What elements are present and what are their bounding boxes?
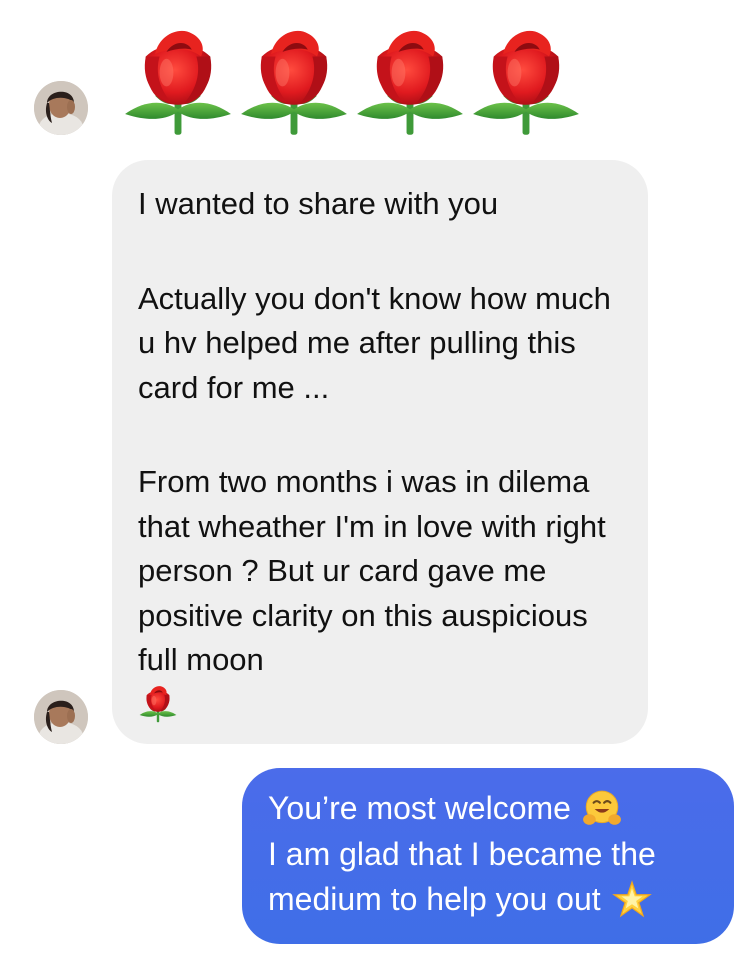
hugging-face-emoji-icon — [583, 790, 621, 825]
rose-emoji-row — [120, 22, 584, 137]
rose-emoji-icon — [236, 22, 352, 137]
rose-emoji-icon — [138, 681, 178, 725]
incoming-message-paragraph: From two months i was in dilema that whe… — [138, 464, 615, 677]
outgoing-message-text: medium to help you out — [268, 881, 601, 917]
rose-emoji-icon — [468, 22, 584, 137]
glowing-star-emoji-icon — [611, 879, 652, 918]
outgoing-message-bubble[interactable]: You’re most welcome I am glad that I bec… — [242, 768, 734, 944]
outgoing-message-line: I am glad that I became the — [268, 832, 708, 878]
incoming-message-line: I wanted to share with you — [138, 186, 499, 221]
rose-emoji-icon — [352, 22, 468, 137]
incoming-message-paragraph: Actually you don't know how much u hv he… — [138, 280, 620, 405]
outgoing-message-line: medium to help you out — [268, 877, 708, 923]
outgoing-message-text: You’re most welcome — [268, 790, 571, 826]
contact-avatar[interactable] — [34, 690, 88, 744]
rose-emoji-icon — [120, 22, 236, 137]
incoming-message-bubble[interactable]: I wanted to share with you Actually you … — [112, 160, 648, 744]
contact-avatar[interactable] — [34, 81, 88, 135]
outgoing-message-text: I am glad that I became the — [268, 835, 656, 872]
outgoing-message-line: You’re most welcome — [268, 786, 708, 832]
